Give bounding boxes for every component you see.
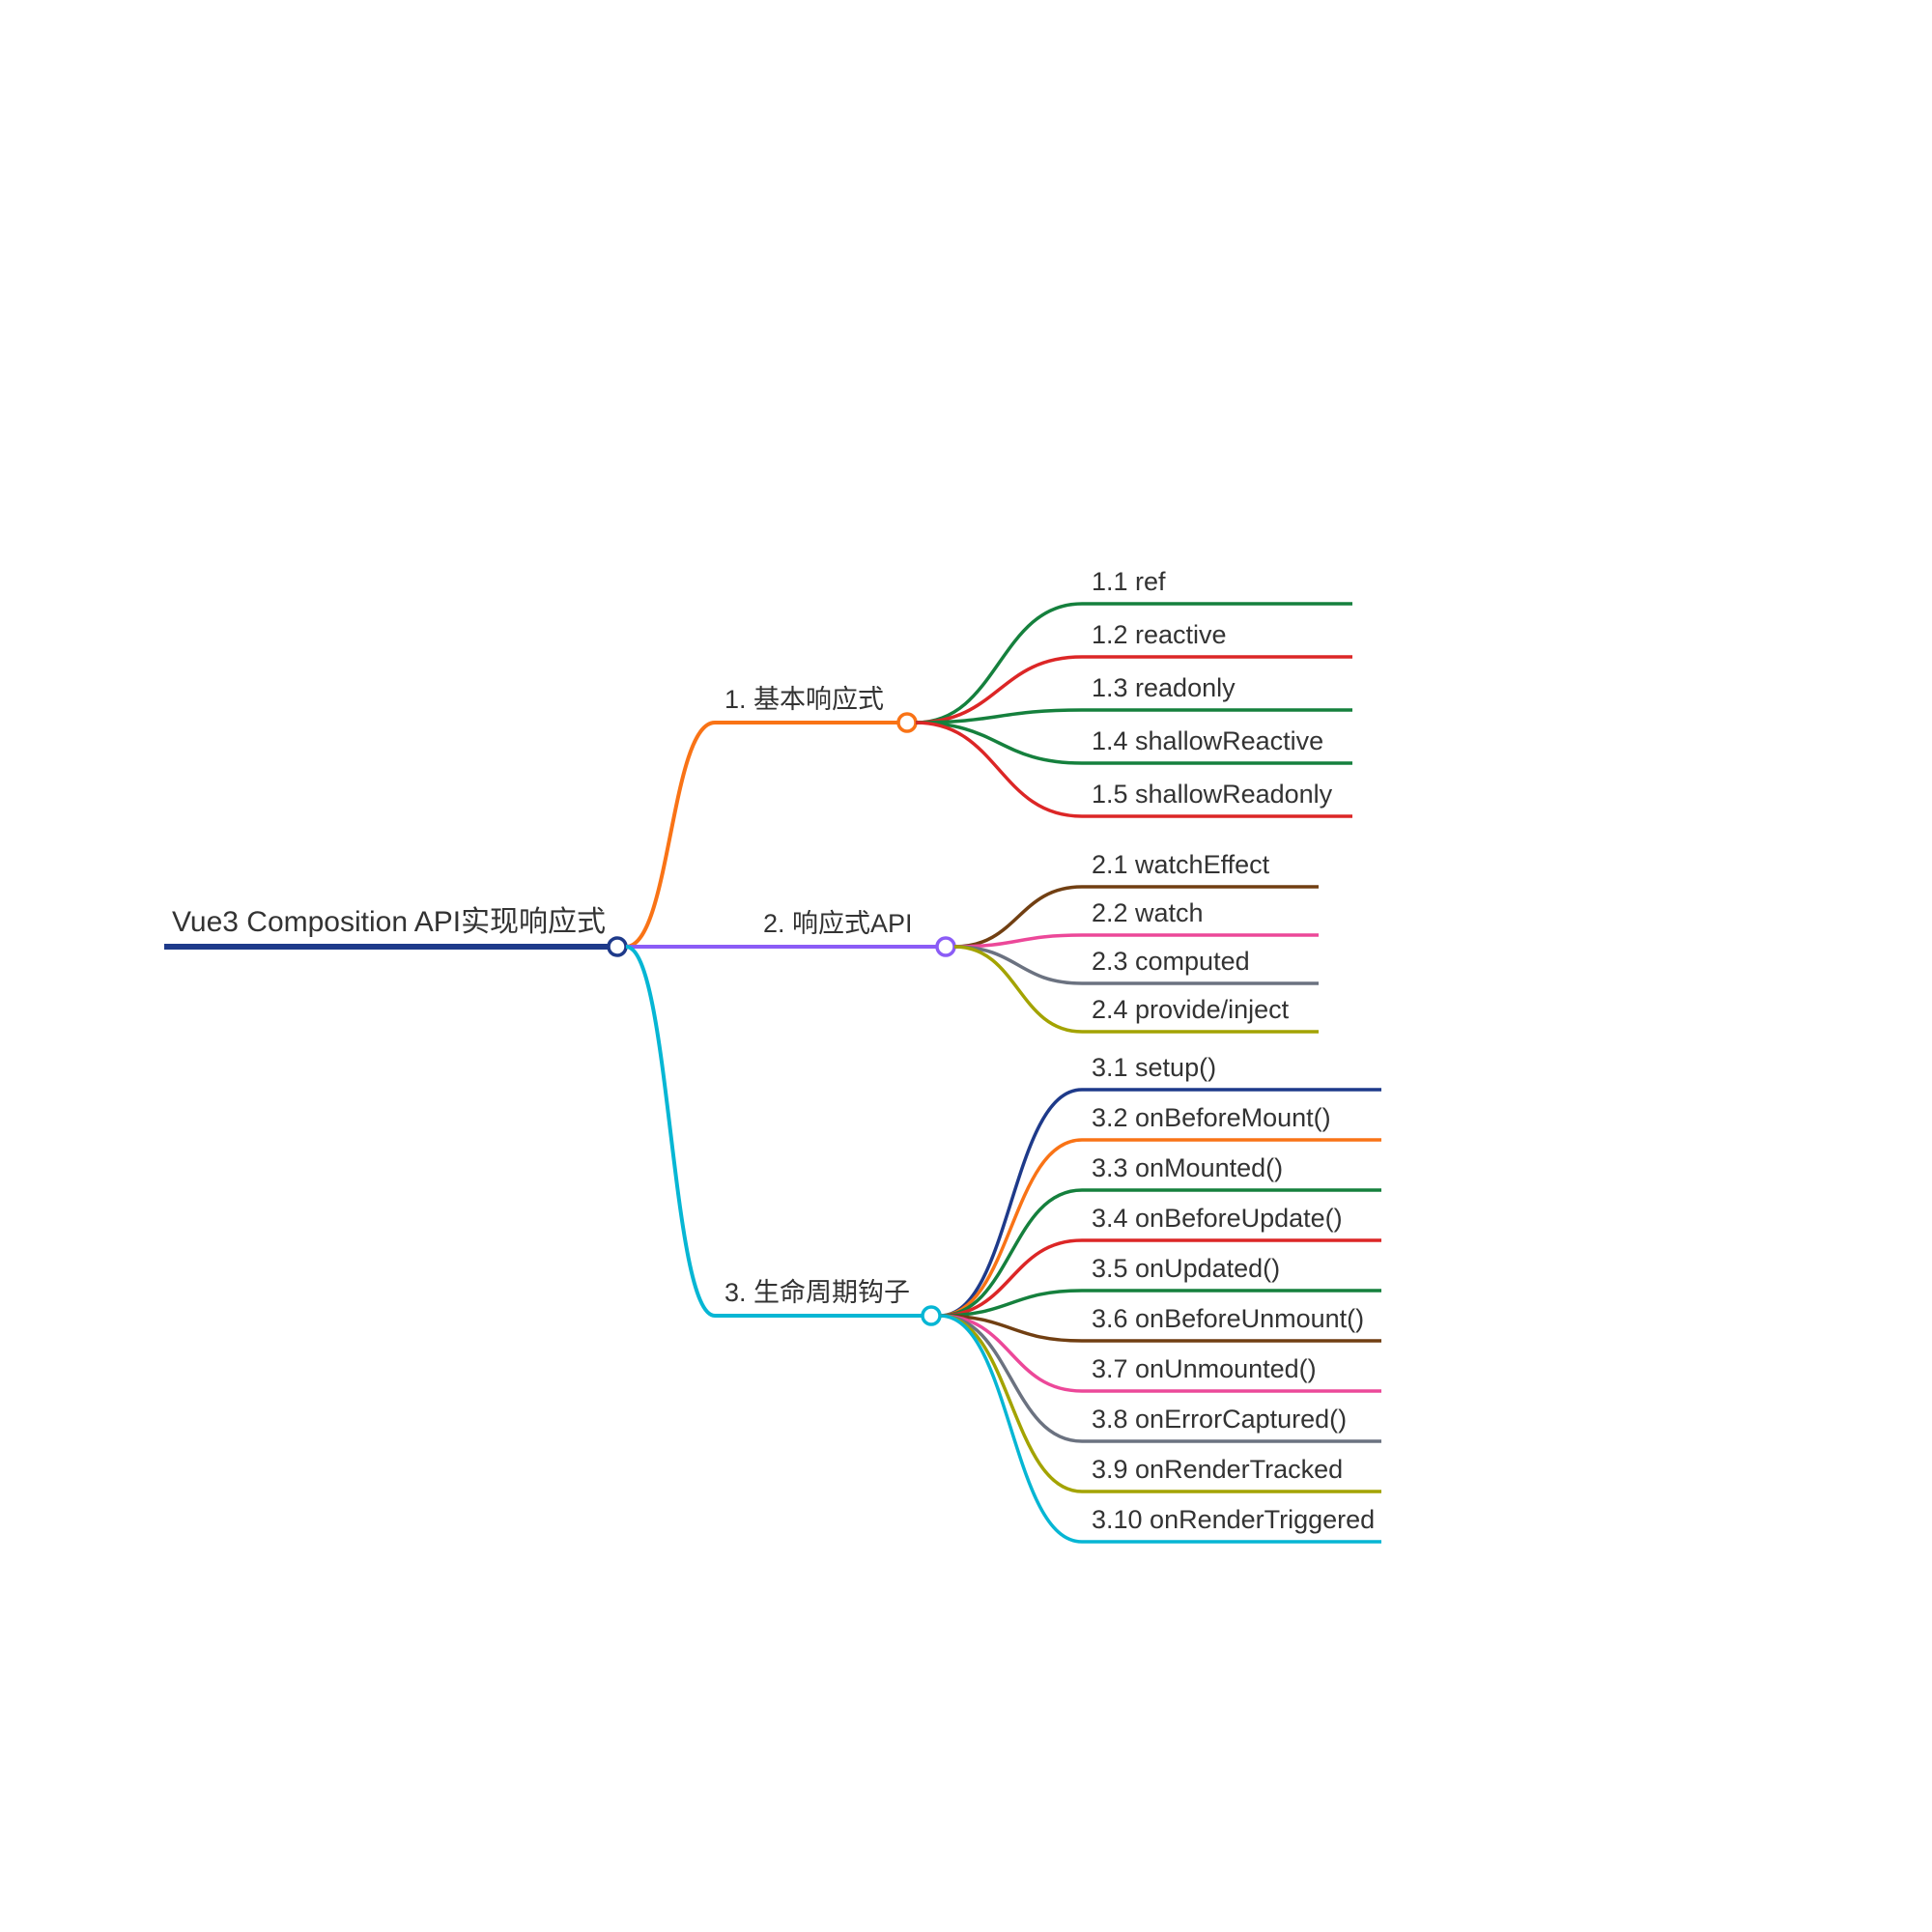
root-node[interactable]: Vue3 Composition API实现响应式 — [172, 897, 606, 943]
connector-svg — [0, 0, 1932, 1932]
leaf-node-0-0[interactable]: 1.1 ref — [1092, 567, 1166, 600]
leaf-node-1-0[interactable]: 2.1 watchEffect — [1092, 850, 1269, 883]
leaf-node-1-2[interactable]: 2.3 computed — [1092, 947, 1250, 980]
leaf-node-2-5[interactable]: 3.6 onBeforeUnmount() — [1092, 1304, 1364, 1337]
leaf-node-2-2[interactable]: 3.3 onMounted() — [1092, 1153, 1283, 1186]
leaf-node-2-4[interactable]: 3.5 onUpdated() — [1092, 1254, 1280, 1287]
leaf-node-2-6[interactable]: 3.7 onUnmounted() — [1092, 1354, 1317, 1387]
leaf-node-2-1[interactable]: 3.2 onBeforeMount() — [1092, 1103, 1331, 1136]
leaf-node-1-1[interactable]: 2.2 watch — [1092, 898, 1204, 931]
leaf-node-0-1[interactable]: 1.2 reactive — [1092, 620, 1227, 653]
leaf-node-0-4[interactable]: 1.5 shallowReadonly — [1092, 780, 1332, 812]
branch-node-2[interactable]: 3. 生命周期钩子 — [724, 1271, 910, 1312]
leaf-node-1-3[interactable]: 2.4 provide/inject — [1092, 995, 1289, 1028]
branch-node-1[interactable]: 2. 响应式API — [763, 902, 913, 943]
branch-node-0[interactable]: 1. 基本响应式 — [724, 678, 884, 719]
leaf-node-2-8[interactable]: 3.9 onRenderTracked — [1092, 1455, 1343, 1488]
leaf-node-0-2[interactable]: 1.3 readonly — [1092, 673, 1236, 706]
mindmap-canvas: Vue3 Composition API实现响应式 1. 基本响应式 1.1 ref… — [0, 0, 1932, 1932]
leaf-node-2-3[interactable]: 3.4 onBeforeUpdate() — [1092, 1204, 1343, 1236]
leaf-node-2-9[interactable]: 3.10 onRenderTriggered — [1092, 1505, 1375, 1538]
leaf-node-2-7[interactable]: 3.8 onErrorCaptured() — [1092, 1405, 1347, 1437]
leaf-node-0-3[interactable]: 1.4 shallowReactive — [1092, 726, 1323, 759]
leaf-node-2-0[interactable]: 3.1 setup() — [1092, 1053, 1216, 1086]
